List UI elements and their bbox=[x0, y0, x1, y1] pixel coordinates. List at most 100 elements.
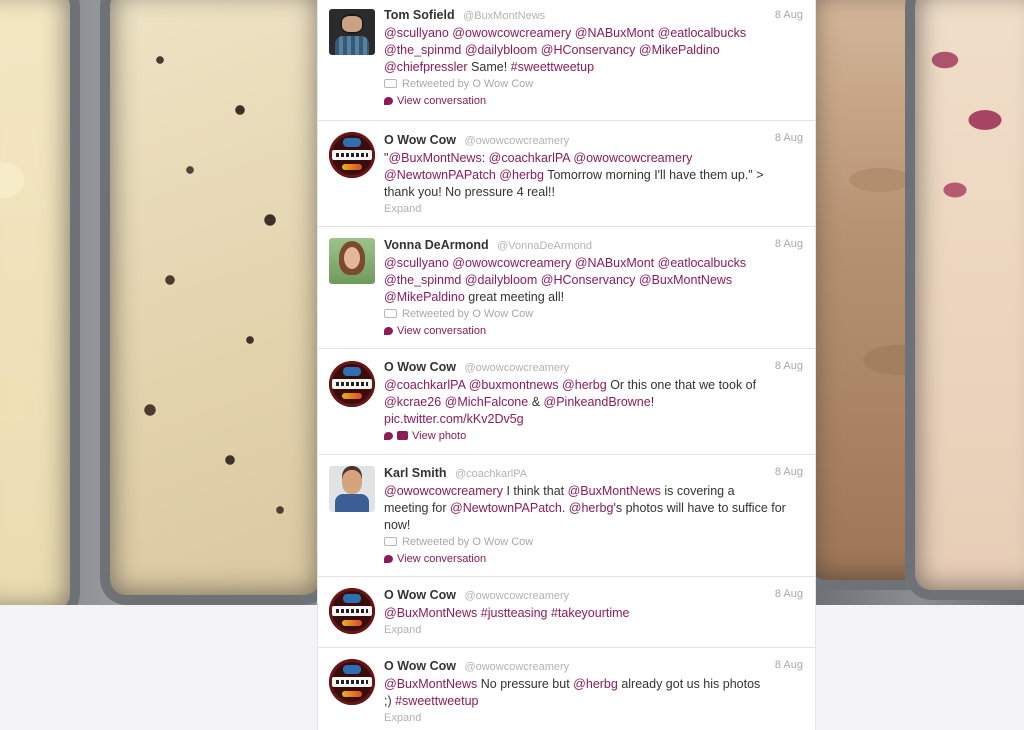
retweet-info: Retweeted by O Wow Cow bbox=[384, 534, 805, 551]
tweet[interactable]: O Wow Cow @owowcowcreamery 8 Aug @BuxMon… bbox=[318, 648, 815, 730]
mention-link[interactable]: @herbg bbox=[562, 378, 607, 392]
mention-link[interactable]: @BuxMontNews bbox=[384, 677, 477, 691]
action-label: View conversation bbox=[397, 95, 487, 107]
avatar[interactable] bbox=[329, 659, 375, 705]
text-segment: : bbox=[481, 151, 489, 165]
mention-link[interactable]: @owowcowcreamery bbox=[384, 484, 503, 498]
timestamp[interactable]: 8 Aug bbox=[775, 466, 803, 478]
mention-link[interactable]: @NewtownPAPatch bbox=[450, 501, 562, 515]
username[interactable]: @VonnaDeArmond bbox=[497, 240, 592, 252]
fullname[interactable]: Karl Smith bbox=[384, 466, 447, 480]
fullname[interactable]: O Wow Cow bbox=[384, 588, 456, 602]
mention-link[interactable]: @HConservancy bbox=[541, 273, 636, 287]
text-segment: Tomorrow morning I'll have them up." > bbox=[543, 168, 764, 182]
tweet-text-line: "@BuxMontNews: @coachkarlPA @owowcowcrea… bbox=[384, 150, 805, 167]
mention-link[interactable]: @the_spinmd bbox=[384, 43, 461, 57]
avatar[interactable] bbox=[329, 132, 375, 178]
username[interactable]: @BuxMontNews bbox=[463, 10, 545, 22]
timestamp[interactable]: 8 Aug bbox=[775, 238, 803, 250]
mention-link[interactable]: @MikePaldino bbox=[384, 290, 465, 304]
mention-link[interactable]: @MikePaldino bbox=[639, 43, 720, 57]
berry-ice-cream-tub bbox=[905, 0, 1024, 600]
hashtag-link[interactable]: #sweettweetup bbox=[395, 694, 478, 708]
tweet-text-line: @BuxMontNews No pressure but @herbg alre… bbox=[384, 676, 805, 693]
fullname[interactable]: O Wow Cow bbox=[384, 360, 456, 374]
timestamp[interactable]: 8 Aug bbox=[775, 659, 803, 671]
fullname[interactable]: O Wow Cow bbox=[384, 133, 456, 147]
timestamp[interactable]: 8 Aug bbox=[775, 360, 803, 372]
avatar[interactable] bbox=[329, 588, 375, 634]
tweet-text-line: @chiefpressler Same! #sweettweetup bbox=[384, 59, 805, 76]
tweet-text-line: @owowcowcreamery I think that @BuxMontNe… bbox=[384, 483, 805, 500]
tweet-text: @scullyano @owowcowcreamery @NABuxMont @… bbox=[384, 25, 805, 76]
expand-link[interactable]: Expand bbox=[384, 201, 805, 218]
hashtag-link[interactable]: #justteasing bbox=[481, 606, 548, 620]
hashtag-link[interactable]: #takeyourtime bbox=[551, 606, 630, 620]
mention-link[interactable]: @PinkeandBrowne bbox=[544, 395, 651, 409]
avatar[interactable] bbox=[329, 238, 375, 284]
avatar[interactable] bbox=[329, 466, 375, 512]
fullname[interactable]: Vonna DeArmond bbox=[384, 238, 489, 252]
mention-link[interactable]: @herbg bbox=[573, 677, 618, 691]
username[interactable]: @owowcowcreamery bbox=[464, 135, 569, 147]
fullname[interactable]: Tom Sofield bbox=[384, 8, 455, 22]
mention-link[interactable]: @coachkarlPA bbox=[384, 378, 465, 392]
tweet[interactable]: O Wow Cow @owowcowcreamery 8 Aug @coachk… bbox=[318, 349, 815, 455]
mention-link[interactable]: @kcrae26 bbox=[384, 395, 441, 409]
tweet[interactable]: Karl Smith @coachkarlPA 8 Aug @owowcowcr… bbox=[318, 455, 815, 577]
timestamp[interactable]: 8 Aug bbox=[775, 132, 803, 144]
fullname[interactable]: O Wow Cow bbox=[384, 659, 456, 673]
mention-link[interactable]: @NABuxMont bbox=[575, 256, 654, 270]
tweet[interactable]: Vonna DeArmond @VonnaDeArmond 8 Aug @scu… bbox=[318, 227, 815, 349]
avatar[interactable] bbox=[329, 361, 375, 407]
mention-link[interactable]: @the_spinmd bbox=[384, 273, 461, 287]
hashtag-link[interactable]: #sweettweetup bbox=[511, 60, 594, 74]
text-segment: thank you! No pressure 4 real!! bbox=[384, 185, 555, 199]
tweet[interactable]: O Wow Cow @owowcowcreamery 8 Aug "@BuxMo… bbox=[318, 121, 815, 227]
retweeted-by-label: Retweeted by O Wow Cow bbox=[402, 78, 534, 90]
retweet-icon bbox=[384, 537, 397, 546]
mention-link[interactable]: @MichFalcone bbox=[445, 395, 529, 409]
mention-link[interactable]: @eatlocalbucks bbox=[658, 26, 746, 40]
mention-link[interactable]: @BuxMontNews bbox=[639, 273, 732, 287]
expand-link[interactable]: Expand bbox=[384, 710, 805, 727]
mention-link[interactable]: @BuxMontNews bbox=[568, 484, 661, 498]
tweet-text-line: now! bbox=[384, 517, 805, 534]
mention-link[interactable]: @NewtownPAPatch bbox=[384, 168, 496, 182]
tweet[interactable]: O Wow Cow @owowcowcreamery 8 Aug @BuxMon… bbox=[318, 577, 815, 648]
mention-link[interactable]: @scullyano bbox=[384, 26, 449, 40]
timestamp[interactable]: 8 Aug bbox=[775, 9, 803, 21]
mention-link[interactable]: @NABuxMont bbox=[575, 26, 654, 40]
mention-link[interactable]: @herbg bbox=[569, 501, 614, 515]
mention-link[interactable]: @chiefpressler bbox=[384, 60, 468, 74]
mention-link[interactable]: @scullyano bbox=[384, 256, 449, 270]
timestamp[interactable]: 8 Aug bbox=[775, 588, 803, 600]
mention-link[interactable]: @dailybloom bbox=[465, 273, 537, 287]
mention-link[interactable]: @BuxMontNews bbox=[388, 151, 481, 165]
mention-link[interactable]: @eatlocalbucks bbox=[658, 256, 746, 270]
username[interactable]: @owowcowcreamery bbox=[464, 590, 569, 602]
mention-link[interactable]: @herbg bbox=[499, 168, 544, 182]
mention-link[interactable]: @HConservancy bbox=[541, 43, 636, 57]
view-conversation-link[interactable]: View conversation bbox=[384, 323, 805, 340]
view-conversation-link[interactable]: View conversation bbox=[384, 551, 805, 568]
username[interactable]: @owowcowcreamery bbox=[464, 661, 569, 673]
username[interactable]: @owowcowcreamery bbox=[464, 362, 569, 374]
mention-link[interactable]: @owowcowcreamery bbox=[452, 256, 571, 270]
avatar[interactable] bbox=[329, 9, 375, 55]
text-segment: . bbox=[561, 501, 569, 515]
mention-link[interactable]: @owowcowcreamery bbox=[573, 151, 692, 165]
tweet[interactable]: Tom Sofield @BuxMontNews 8 Aug @scullyan… bbox=[318, 0, 815, 121]
view-conversation-link[interactable]: View conversation bbox=[384, 93, 805, 110]
mention-link[interactable]: @dailybloom bbox=[465, 43, 537, 57]
expand-link[interactable]: Expand bbox=[384, 622, 805, 639]
url-link[interactable]: pic.twitter.com/kKv2Dv5g bbox=[384, 412, 524, 426]
retweet-icon bbox=[384, 79, 397, 88]
tweet-text-line: thank you! No pressure 4 real!! bbox=[384, 184, 805, 201]
username[interactable]: @coachkarlPA bbox=[455, 468, 527, 480]
mention-link[interactable]: @buxmontnews bbox=[469, 378, 559, 392]
view-photo-link[interactable]: View photo bbox=[384, 428, 805, 445]
mention-link[interactable]: @coachkarlPA bbox=[489, 151, 570, 165]
mention-link[interactable]: @BuxMontNews bbox=[384, 606, 477, 620]
mention-link[interactable]: @owowcowcreamery bbox=[452, 26, 571, 40]
